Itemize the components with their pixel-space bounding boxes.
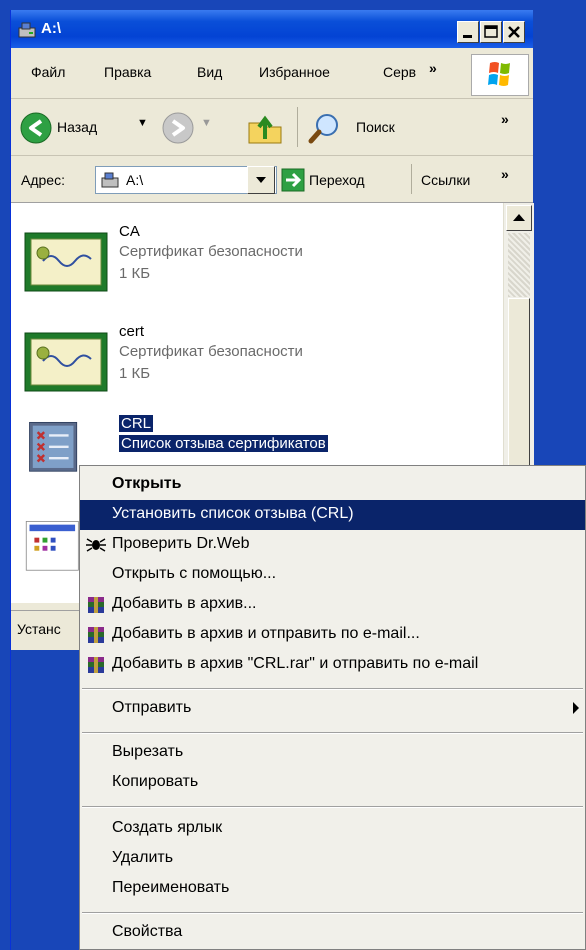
close-button[interactable] bbox=[503, 21, 525, 43]
file-type: Сертификат безопасности bbox=[119, 243, 303, 260]
file-type: Сертификат безопасности bbox=[119, 343, 303, 360]
go-button-label[interactable]: Переход bbox=[309, 172, 365, 188]
maximize-icon bbox=[484, 25, 498, 38]
file-name: CRL bbox=[119, 415, 154, 432]
winrar-archive-icon bbox=[88, 627, 104, 643]
back-button-label[interactable]: Назад bbox=[57, 119, 97, 135]
submenu-arrow-icon bbox=[573, 702, 579, 714]
back-dropdown-arrow-icon[interactable]: ▼ bbox=[137, 117, 148, 129]
floppy-drive-icon bbox=[101, 172, 119, 188]
standard-toolbar: Назад ▼ ▼ Поиск » bbox=[11, 99, 533, 156]
menu-item-create-shortcut[interactable]: Создать ярлык bbox=[80, 814, 585, 844]
menu-separator bbox=[82, 688, 583, 690]
spider-icon bbox=[86, 538, 106, 552]
chevron-up-icon bbox=[513, 214, 525, 221]
menu-separator bbox=[82, 912, 583, 914]
maximize-button[interactable] bbox=[480, 21, 502, 43]
menu-edit[interactable]: Правка bbox=[104, 64, 151, 80]
minimize-icon bbox=[463, 35, 472, 38]
menu-item-add-archive[interactable]: Добавить в архив... bbox=[80, 590, 585, 620]
windows-flag-icon bbox=[488, 62, 510, 86]
search-button-label[interactable]: Поиск bbox=[356, 119, 395, 135]
menu-item-open[interactable]: Открыть bbox=[80, 470, 585, 500]
menu-tools[interactable]: Серв bbox=[383, 64, 425, 80]
menu-favorites[interactable]: Избранное bbox=[259, 64, 330, 80]
menu-item-delete[interactable]: Удалить bbox=[80, 844, 585, 874]
toolbar-separator bbox=[297, 107, 298, 147]
minimize-button[interactable] bbox=[457, 21, 479, 43]
address-label: Адрес: bbox=[21, 172, 65, 188]
floppy-drive-icon bbox=[18, 22, 36, 38]
file-item-cert[interactable]: cert Сертификат безопасности 1 КБ bbox=[23, 323, 493, 403]
winrar-archive-icon bbox=[88, 597, 104, 613]
forward-arrow-icon[interactable] bbox=[161, 111, 195, 145]
address-value[interactable]: A:\ bbox=[126, 172, 143, 188]
winrar-archive-icon bbox=[88, 657, 104, 673]
file-item-ca[interactable]: CA Сертификат безопасности 1 КБ bbox=[23, 223, 493, 303]
menu-view[interactable]: Вид bbox=[197, 64, 222, 80]
search-icon[interactable] bbox=[307, 111, 343, 145]
menu-item-rename[interactable]: Переименовать bbox=[80, 874, 585, 904]
menu-bar: Файл Правка Вид Избранное Серв » bbox=[11, 48, 533, 99]
close-icon bbox=[508, 26, 520, 38]
up-folder-icon[interactable] bbox=[245, 109, 285, 147]
menu-item-cut[interactable]: Вырезать bbox=[80, 738, 585, 768]
toolbar-overflow-chevron[interactable]: » bbox=[501, 111, 509, 127]
certificate-icon bbox=[24, 332, 108, 392]
address-bar: Адрес: A:\ Переход Ссылки » bbox=[11, 156, 533, 203]
scroll-track[interactable] bbox=[508, 233, 530, 297]
context-menu: Открыть Установить список отзыва (CRL) П… bbox=[79, 465, 586, 950]
status-text: Устанс bbox=[17, 621, 61, 637]
file-size: 1 КБ bbox=[119, 365, 151, 382]
links-overflow-chevron[interactable]: » bbox=[501, 166, 509, 182]
back-arrow-icon[interactable] bbox=[19, 111, 53, 145]
menu-item-install-crl[interactable]: Установить список отзыва (CRL) bbox=[80, 500, 585, 530]
chevron-down-icon bbox=[256, 177, 266, 183]
address-separator bbox=[411, 164, 412, 194]
title-bar[interactable]: A:\ bbox=[11, 10, 533, 48]
menu-file[interactable]: Файл bbox=[31, 64, 65, 80]
menu-separator bbox=[82, 732, 583, 734]
links-label[interactable]: Ссылки bbox=[421, 172, 470, 188]
menu-overflow-chevron[interactable]: » bbox=[429, 60, 437, 76]
menu-item-add-archive-named-email[interactable]: Добавить в архив "CRL.rar" и отправить п… bbox=[80, 650, 585, 680]
address-dropdown-button[interactable] bbox=[247, 166, 275, 194]
scroll-up-button[interactable] bbox=[506, 205, 532, 231]
menu-item-properties[interactable]: Свойства bbox=[80, 918, 585, 948]
menu-separator bbox=[82, 806, 583, 808]
file-name: cert bbox=[119, 323, 145, 340]
forward-dropdown-arrow-icon[interactable]: ▼ bbox=[201, 117, 212, 129]
window-title: A:\ bbox=[41, 20, 61, 37]
go-arrow-icon[interactable] bbox=[281, 168, 305, 192]
certificate-icon bbox=[24, 232, 108, 292]
file-size: 1 КБ bbox=[119, 265, 151, 282]
menu-item-add-archive-email[interactable]: Добавить в архив и отправить по e-mail..… bbox=[80, 620, 585, 650]
file-type: Список отзыва сертификатов bbox=[119, 435, 328, 452]
file-name: CA bbox=[119, 223, 140, 240]
menu-item-send-to[interactable]: Отправить bbox=[80, 694, 585, 724]
menu-item-open-with[interactable]: Открыть с помощью... bbox=[80, 560, 585, 590]
windows-logo bbox=[471, 54, 529, 96]
menu-item-copy[interactable]: Копировать bbox=[80, 768, 585, 798]
menu-item-drweb[interactable]: Проверить Dr.Web bbox=[80, 530, 585, 560]
